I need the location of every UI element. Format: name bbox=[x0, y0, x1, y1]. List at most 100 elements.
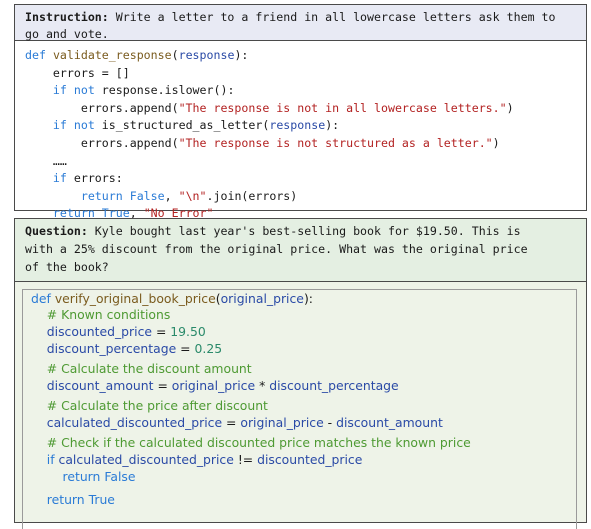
code-token: False bbox=[129, 188, 165, 203]
code-token: discounted_price bbox=[46, 324, 153, 339]
code-line: def verify_original_book_price(original_… bbox=[31, 291, 313, 307]
question-block: Question: Kyle bought last year's best-s… bbox=[14, 218, 587, 529]
code-token: original_price bbox=[240, 415, 324, 430]
code-token: " bbox=[178, 188, 186, 203]
code-token: errors.append( bbox=[25, 135, 179, 150]
code-token: ) bbox=[492, 135, 500, 150]
code-line: # Calculate the price after discount bbox=[31, 398, 268, 414]
code-token: # Calculate the discount amount bbox=[46, 361, 252, 376]
instruction-label: Instruction: bbox=[25, 10, 109, 24]
code-token: != bbox=[233, 452, 258, 467]
code-token: ): bbox=[234, 48, 249, 62]
code-line: errors.append("The response is not in al… bbox=[25, 100, 586, 118]
code-token: original_price bbox=[171, 378, 256, 393]
code-line: discount_amount = original_price * disco… bbox=[31, 378, 399, 394]
code-token: * bbox=[255, 378, 270, 393]
code-line: return False, "\n".join(errors) bbox=[25, 188, 586, 206]
code-token: # Known conditions bbox=[46, 307, 171, 322]
code-token: def bbox=[31, 291, 51, 306]
question-line-1: Question: Kyle bought last year's best-s… bbox=[25, 222, 576, 240]
code-line: if not response.islower(): bbox=[25, 82, 586, 100]
question-label: Question: bbox=[25, 224, 88, 238]
code-token: " bbox=[199, 188, 207, 203]
code-token: errors.append( bbox=[25, 100, 179, 115]
code-line: # Check if the calculated discounted pri… bbox=[31, 435, 471, 451]
code-token: discount_percentage bbox=[269, 378, 399, 393]
code-token: False bbox=[104, 469, 136, 484]
code-token: - bbox=[323, 415, 337, 430]
code-token: "The response is not in all lowercase le… bbox=[178, 100, 507, 115]
code-token: response bbox=[269, 118, 326, 133]
code-token: discount_amount bbox=[336, 415, 443, 430]
code-token: not bbox=[73, 118, 95, 133]
code-line: errors = [] bbox=[25, 65, 586, 83]
code-line: if calculated_discounted_price != discou… bbox=[31, 452, 363, 468]
code-token: verify_original_book_price bbox=[54, 291, 216, 306]
code-token: errors: bbox=[66, 171, 123, 186]
code-token: True bbox=[88, 492, 115, 507]
code-token: # Calculate the price after discount bbox=[46, 398, 268, 413]
figure: Instruction: Write a letter to a friend … bbox=[0, 0, 591, 529]
code-token: is_structured_as_letter( bbox=[94, 118, 270, 133]
instruction-block: Instruction: Write a letter to a friend … bbox=[14, 4, 587, 220]
code-token: response.islower(): bbox=[94, 83, 235, 98]
code-token: response bbox=[178, 48, 235, 62]
verification-code: def verify_original_book_price(original_… bbox=[15, 282, 586, 529]
validation-code: def validate_response(response): errors … bbox=[15, 41, 586, 223]
code-token: .join(errors) bbox=[206, 188, 298, 203]
code-token: discount_amount bbox=[46, 378, 154, 393]
code-token: return bbox=[62, 469, 101, 484]
code-token: …… bbox=[25, 153, 67, 168]
code-token: ) bbox=[506, 100, 514, 115]
code-line: return True bbox=[31, 492, 115, 508]
code-token: = bbox=[153, 378, 172, 393]
code-line: # Calculate the discount amount bbox=[31, 361, 252, 377]
question-header: Question: Kyle bought last year's best-s… bbox=[15, 219, 586, 282]
code-token: ): bbox=[303, 291, 313, 306]
question-line-2: with a 25% discount from the original pr… bbox=[25, 242, 528, 256]
code-token: "The response is not structured as a let… bbox=[178, 135, 493, 150]
code-token: if bbox=[46, 452, 55, 467]
code-token: \n bbox=[185, 188, 200, 203]
code-token: # Check if the calculated discounted pri… bbox=[46, 435, 471, 450]
code-line: def validate_response(response): bbox=[25, 47, 586, 65]
code-token: return bbox=[46, 492, 85, 507]
code-token: calculated_discounted_price bbox=[58, 452, 234, 467]
question-text-1: Kyle bought last year's best-selling boo… bbox=[87, 224, 521, 238]
code-token: = bbox=[152, 324, 171, 339]
code-token: if bbox=[52, 171, 67, 186]
code-token: discount_percentage bbox=[46, 341, 177, 356]
question-line-3: of the book? bbox=[25, 260, 109, 274]
code-token: ): bbox=[325, 118, 340, 133]
code-token: if bbox=[52, 118, 67, 133]
code-line: discounted_price = 19.50 bbox=[31, 324, 206, 340]
code-line: …… bbox=[25, 153, 586, 171]
code-token: not bbox=[73, 83, 95, 98]
code-token: calculated_discounted_price bbox=[46, 415, 223, 430]
code-token: def bbox=[25, 48, 46, 62]
code-token: ( bbox=[171, 48, 179, 62]
code-token: 0.25 bbox=[194, 341, 223, 356]
code-token: 19.50 bbox=[170, 324, 206, 339]
code-token: discounted_price bbox=[257, 452, 363, 467]
code-token: errors = [] bbox=[25, 65, 130, 80]
code-line: errors.append("The response is not struc… bbox=[25, 135, 586, 153]
code-line: calculated_discounted_price = original_p… bbox=[31, 415, 443, 431]
